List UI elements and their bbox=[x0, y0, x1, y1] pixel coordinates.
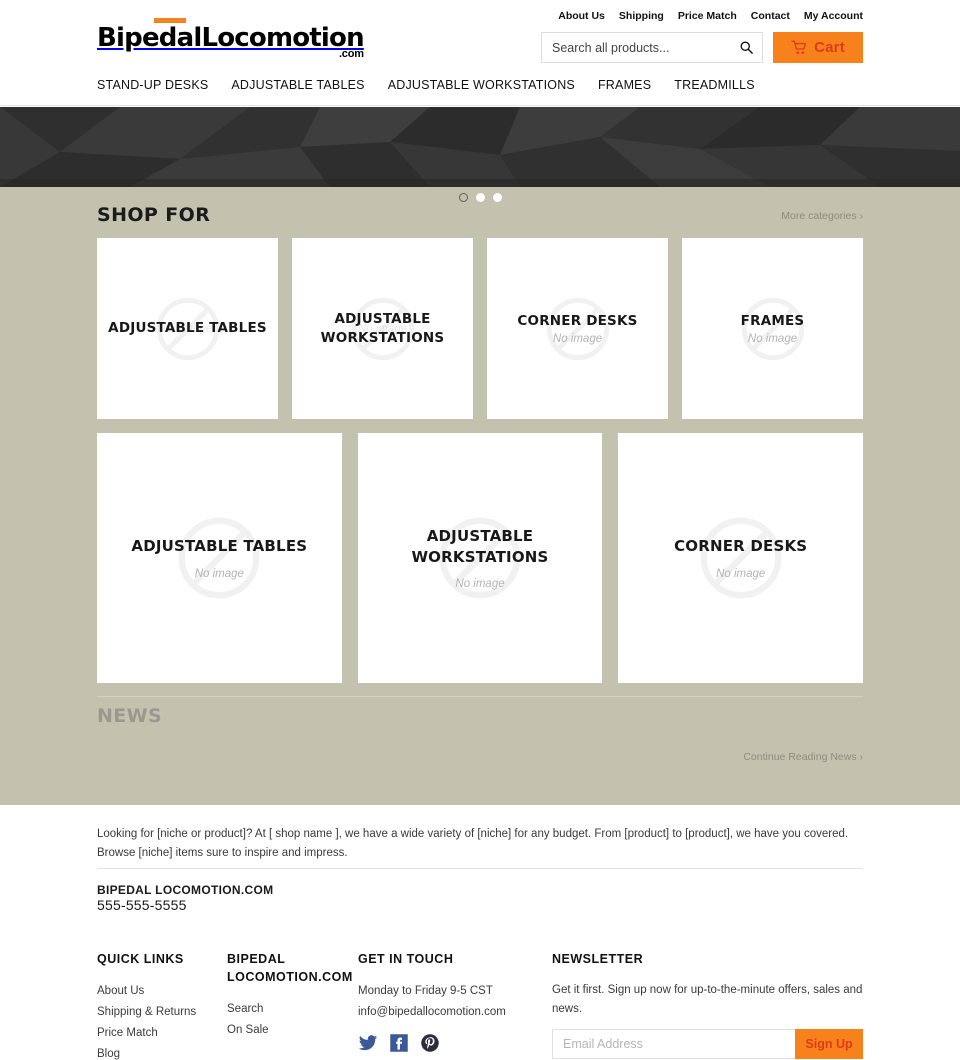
site-header: BipedalLocomotion .com About Us Shipping… bbox=[0, 0, 960, 106]
category-title: CORNER DESKS bbox=[517, 312, 638, 329]
footer-shop-name: BIPEDAL LOCOMOTION.COM bbox=[97, 883, 274, 897]
footer-column-get-in-touch: GET IN TOUCH Monday to Friday 9-5 CST in… bbox=[358, 950, 552, 1053]
hero-lowpoly-graphic bbox=[0, 107, 960, 187]
footer-phone: 555-555-5555 bbox=[97, 897, 187, 913]
site-footer: Looking for [niche or product]? At [ sho… bbox=[0, 805, 960, 1060]
category-title: ADJUSTABLE WORKSTATIONS bbox=[411, 527, 549, 566]
logo-text: BipedalLocomotion bbox=[97, 23, 365, 53]
category-card-corner-desks-large[interactable]: CORNER DESKS No image bbox=[618, 433, 864, 683]
category-grid-row-2: ADJUSTABLE TABLES No image ADJUSTABLE WO… bbox=[97, 433, 864, 683]
search-icon[interactable] bbox=[739, 40, 754, 55]
shop-column-heading: BIPEDAL LOCOMOTION.COM bbox=[227, 952, 353, 985]
cart-label: Cart bbox=[814, 39, 845, 56]
footer-column-newsletter: NEWSLETTER Get it first. Sign up now for… bbox=[552, 950, 863, 1059]
footer-column-shop: BIPEDAL LOCOMOTION.COM Search On Sale bbox=[227, 950, 358, 1041]
footer-link-about-us[interactable]: About Us bbox=[97, 981, 227, 1002]
footer-column-quick-links: QUICK LINKS About Us Shipping & Returns … bbox=[97, 950, 227, 1060]
search-box[interactable] bbox=[541, 32, 763, 63]
no-image-icon bbox=[178, 517, 260, 599]
footer-link-shipping-returns[interactable]: Shipping & Returns bbox=[97, 1002, 227, 1023]
footer-link-price-match[interactable]: Price Match bbox=[97, 1023, 227, 1044]
category-title: ADJUSTABLE WORKSTATIONS bbox=[320, 311, 445, 346]
newsletter-signup-form: Sign Up bbox=[552, 1028, 863, 1059]
category-grid-row-1: No image ADJUSTABLE TABLES No image ADJU… bbox=[97, 238, 863, 419]
shop-for-header: SHOP FOR bbox=[97, 204, 210, 226]
news-divider bbox=[97, 696, 863, 697]
logo-accent-bar bbox=[154, 18, 186, 23]
twitter-icon[interactable] bbox=[358, 1033, 378, 1053]
email-input[interactable] bbox=[552, 1028, 795, 1059]
no-image-label: No image bbox=[552, 333, 603, 346]
footer-link-on-sale[interactable]: On Sale bbox=[227, 1020, 358, 1041]
cart-button[interactable]: Cart bbox=[773, 32, 863, 63]
newsletter-heading: NEWSLETTER bbox=[552, 952, 644, 966]
category-card-adjustable-workstations-large[interactable]: ADJUSTABLE WORKSTATIONS No image bbox=[357, 433, 603, 683]
category-title: FRAMES bbox=[740, 312, 805, 329]
pinterest-icon[interactable] bbox=[420, 1033, 440, 1053]
continue-reading-news-link[interactable]: Continue Reading News › bbox=[743, 751, 863, 763]
top-link-my-account[interactable]: My Account bbox=[804, 10, 863, 22]
category-title: ADJUSTABLE TABLES bbox=[108, 320, 267, 337]
get-in-touch-heading: GET IN TOUCH bbox=[358, 952, 454, 966]
search-and-cart: Cart bbox=[541, 32, 863, 63]
social-links bbox=[358, 1033, 552, 1053]
sign-up-button[interactable]: Sign Up bbox=[795, 1028, 863, 1059]
carousel-dot-3[interactable] bbox=[492, 193, 502, 202]
business-hours: Monday to Friday 9-5 CST bbox=[358, 985, 493, 998]
page-root: BipedalLocomotion .com About Us Shipping… bbox=[0, 0, 960, 1060]
nav-item-frames[interactable]: FRAMES bbox=[598, 78, 651, 92]
hero-banner[interactable] bbox=[0, 107, 960, 187]
nav-item-treadmills[interactable]: TREADMILLS bbox=[674, 78, 755, 92]
main-nav: STAND-UP DESKS ADJUSTABLE TABLES ADJUSTA… bbox=[0, 78, 960, 106]
top-link-about-us[interactable]: About Us bbox=[558, 10, 605, 22]
quick-links-heading: QUICK LINKS bbox=[97, 952, 184, 966]
category-card-frames[interactable]: FRAMES No image bbox=[682, 238, 863, 419]
logo-suffix: .com bbox=[338, 48, 364, 60]
utility-nav: About Us Shipping Price Match Contact My… bbox=[558, 10, 863, 22]
facebook-icon[interactable] bbox=[389, 1033, 409, 1053]
top-link-price-match[interactable]: Price Match bbox=[678, 10, 737, 22]
category-card-adjustable-workstations[interactable]: No image ADJUSTABLE WORKSTATIONS bbox=[292, 238, 473, 419]
category-title: ADJUSTABLE TABLES bbox=[131, 537, 308, 556]
footer-blurb: Looking for [niche or product]? At [ sho… bbox=[97, 828, 849, 859]
shop-for-title: SHOP FOR bbox=[97, 204, 211, 226]
carousel-dot-1[interactable] bbox=[458, 193, 468, 202]
footer-divider bbox=[97, 868, 863, 869]
category-card-corner-desks[interactable]: CORNER DESKS No image bbox=[487, 238, 668, 419]
nav-item-stand-up-desks[interactable]: STAND-UP DESKS bbox=[97, 78, 208, 92]
top-link-shipping[interactable]: Shipping bbox=[619, 10, 664, 22]
shop-for-section: SHOP FOR More categories › No image ADJU… bbox=[0, 187, 960, 805]
contact-email[interactable]: info@bipedallocomotion.com bbox=[358, 1002, 552, 1023]
site-logo[interactable]: BipedalLocomotion .com bbox=[97, 18, 365, 60]
category-card-adjustable-tables-large[interactable]: ADJUSTABLE TABLES No image bbox=[97, 433, 342, 683]
top-link-contact[interactable]: Contact bbox=[751, 10, 790, 22]
no-image-label: No image bbox=[747, 333, 798, 346]
shopping-cart-icon bbox=[791, 40, 807, 54]
no-image-label: No image bbox=[716, 567, 766, 580]
carousel-dots bbox=[0, 193, 960, 202]
newsletter-blurb: Get it first. Sign up now for up-to-the-… bbox=[552, 984, 863, 1015]
footer-link-blog[interactable]: Blog bbox=[97, 1044, 227, 1060]
footer-link-search[interactable]: Search bbox=[227, 999, 358, 1020]
carousel-dot-2[interactable] bbox=[475, 193, 485, 202]
nav-item-adjustable-workstations[interactable]: ADJUSTABLE WORKSTATIONS bbox=[388, 78, 575, 92]
footer-columns: QUICK LINKS About Us Shipping & Returns … bbox=[97, 950, 863, 1060]
category-title: CORNER DESKS bbox=[674, 537, 808, 556]
no-image-label: No image bbox=[194, 567, 244, 580]
nav-item-adjustable-tables[interactable]: ADJUSTABLE TABLES bbox=[231, 78, 364, 92]
no-image-label: No image bbox=[455, 577, 505, 590]
category-card-adjustable-tables[interactable]: No image ADJUSTABLE TABLES bbox=[97, 238, 278, 419]
no-image-icon bbox=[700, 517, 782, 599]
search-input[interactable] bbox=[552, 40, 739, 55]
more-categories-link[interactable]: More categories › bbox=[781, 210, 863, 222]
news-title: NEWS bbox=[97, 705, 163, 727]
